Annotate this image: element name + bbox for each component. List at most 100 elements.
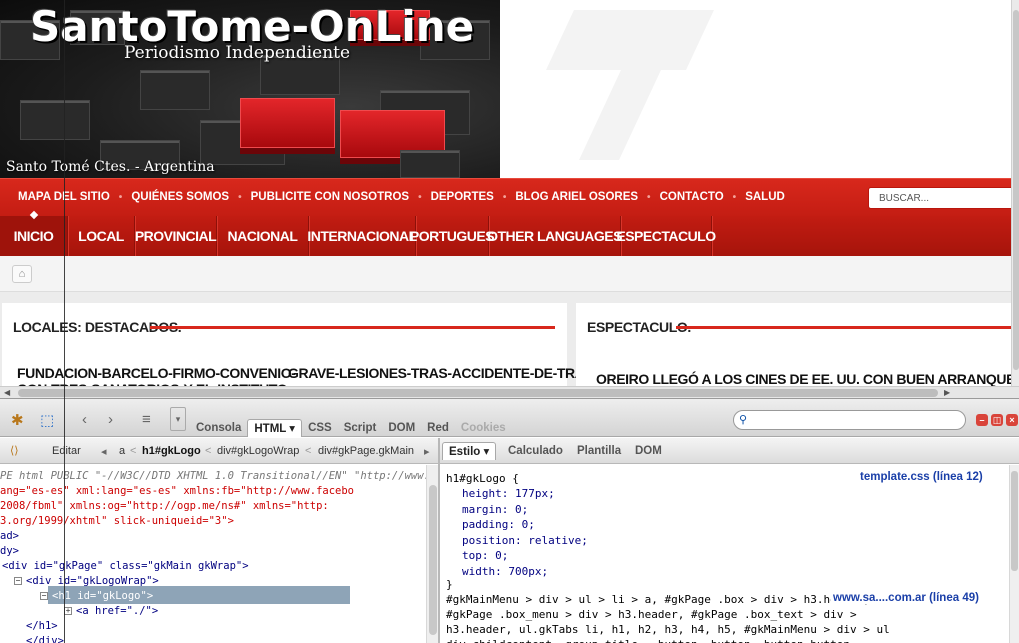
crumb-div-gklogowrap[interactable]: div#gkLogoWrap [217,445,299,457]
main-nav-item[interactable]: ESPECTACULO [616,216,716,256]
collapse-icon[interactable]: − [40,592,48,600]
tab-dom[interactable]: DOM [382,419,421,437]
scrollbar-thumb[interactable] [1013,10,1019,370]
html-node-text: dy> [0,545,19,557]
page-vertical-scrollbar[interactable] [1011,0,1019,386]
crumb-separator: < [130,445,137,457]
crumb-scroll-right-icon[interactable]: ▸ [424,445,430,458]
top-nav-item[interactable]: PUBLICITE CON NOSOTROS • [251,191,431,203]
html-node-selected[interactable]: − <h1 id="gkLogo"> [40,589,153,603]
top-nav-item[interactable]: CONTACTO • [660,191,746,203]
dark-cube-graphic [20,100,90,140]
main-nav-item[interactable]: PORTUGUES [410,216,495,256]
tab-css[interactable]: CSS [302,419,338,437]
panel-dropdown-icon[interactable]: ▾ [170,407,186,431]
tab-script[interactable]: Script [338,419,383,437]
html-node-line[interactable]: 2008/fbml" xmlns:og="http://ogp.me/ns#" … [0,499,329,513]
scrollbar-thumb[interactable] [1011,471,1018,571]
css-selector-line[interactable]: #gkPage .box_menu > div > h3.header, #gk… [446,607,857,622]
html-node-line[interactable]: − <div id="gkLogoWrap"> [14,574,159,588]
forward-arrow-icon[interactable]: › [108,411,113,428]
edit-icon[interactable]: ⟨⟩ [10,444,19,457]
html-node-text: ad> [0,530,19,542]
main-nav-item[interactable]: LOCAL [68,216,135,256]
css-property[interactable]: height: 177px; [462,486,555,501]
css-source-link[interactable]: www.sa....com.ar (línea 49) [831,592,979,604]
html-node-line[interactable]: </div> [26,634,64,643]
minimize-button[interactable]: – [976,414,988,426]
tab-estilo[interactable]: Estilo ▾ [442,442,497,460]
tab-html[interactable]: HTML ▾ [247,419,303,437]
article-title-link[interactable]: GRAVE-LESIONES-TRAS-ACCIDENTE-DE-TRANSIT… [288,365,625,381]
article-title-link[interactable]: FUNDACION-BARCELO-FIRMO-CONVENIO- [17,365,296,381]
html-node-line[interactable]: ad> [0,529,19,543]
tab-consola[interactable]: Consola [190,419,247,437]
edit-button[interactable]: Editar [52,445,81,457]
css-source-link[interactable]: template.css (línea 12) [860,471,983,483]
top-nav-item[interactable]: DEPORTES • [431,191,516,203]
style-pane-scrollbar[interactable] [1009,465,1019,643]
page-horizontal-scrollbar[interactable]: ◀ ▶ [0,386,1019,398]
scrollbar-thumb[interactable] [18,389,938,397]
top-nav-item[interactable]: QUIÉNES SOMOS • [131,191,250,203]
tab-dom[interactable]: DOM [635,442,662,460]
css-property[interactable]: top: 0; [462,548,508,563]
html-node-text: <a href="./"> [76,605,159,617]
css-property[interactable]: position: relative; [462,533,588,548]
main-nav-item[interactable]: INTERNACIONAL [307,216,417,256]
scroll-left-arrow-icon[interactable]: ◀ [4,388,10,397]
back-arrow-icon[interactable]: ‹ [82,411,87,428]
header-banner[interactable]: SantoTome-OnLine Periodismo Independient… [0,0,500,178]
html-panel-toolbar: ⟨⟩ Editar ◂ a < h1#gkLogo < div#gkLogoWr… [0,438,438,464]
search-input[interactable]: BUSCAR... [868,187,1019,209]
close-button[interactable]: × [1006,414,1018,426]
crumb-a[interactable]: a [119,445,125,457]
html-node-line[interactable]: PE html PUBLIC "-//W3C//DTD XHTML 1.0 Tr… [0,469,436,483]
main-nav-item[interactable]: OTHER LANGUAGES [487,216,622,256]
scroll-right-arrow-icon[interactable]: ▶ [944,388,950,397]
css-selector-line[interactable]: #gkMainMenu > div > ul > li > a, #gkPage… [446,592,870,607]
css-rule-close: } [446,578,453,591]
css-selector-line[interactable]: h3.header, ul.gkTabs li, h1, h2, h3, h4,… [446,622,890,637]
html-node-line[interactable]: dy> [0,544,19,558]
header-right-area [500,0,1019,178]
html-pane-scrollbar[interactable] [426,465,438,643]
watermark-shape [546,10,714,70]
tab-calculado[interactable]: Calculado [508,442,563,460]
css-property[interactable]: margin: 0; [462,502,528,517]
tab-label: DOM [388,422,416,434]
firebug-bug-icon[interactable]: ✱ [11,411,24,429]
top-nav-item[interactable]: BLOG ARIEL OSORES • [515,191,659,203]
main-nav-item[interactable]: PROVINCIAL [135,216,217,256]
css-selector-line[interactable]: div.childcontent .group-title, .button, … [446,637,857,643]
html-node-line[interactable]: <div id="gkPage" class="gkMain gkWrap"> [2,559,249,573]
css-property[interactable]: width: 700px; [462,564,548,579]
home-icon[interactable]: ⌂ [12,265,32,283]
inspect-element-icon[interactable]: ⬚ [40,411,54,429]
collapse-icon[interactable]: − [14,577,22,585]
firebug-search-input[interactable]: ⚲ [733,410,966,430]
tab-label: Cookies [460,422,506,434]
detach-button[interactable]: ◫ [991,414,1003,426]
crumb-scroll-left-icon[interactable]: ◂ [101,445,107,458]
article-title-link[interactable]: OREIRO LLEGÓ A LOS CINES DE EE. UU. CON … [596,371,1019,387]
css-selector[interactable]: h1#gkLogo { [446,471,519,486]
html-node-text: PE html PUBLIC "-//W3C//DTD XHTML 1.0 Tr… [0,470,437,482]
html-node-line[interactable]: + <a href="./"> [64,604,158,618]
top-nav-item[interactable]: MAPA DEL SITIO • [18,191,131,203]
crumb-h1-gklogo[interactable]: h1#gkLogo [142,445,201,457]
html-node-line[interactable]: ang="es-es" xml:lang="es-es" xmlns:fb="h… [0,484,354,498]
main-nav-item[interactable]: INICIO [0,216,68,256]
tab-plantilla[interactable]: Plantilla [577,442,621,460]
expand-icon[interactable]: + [64,607,72,615]
scrollbar-thumb[interactable] [429,485,437,635]
tab-cookies[interactable]: Cookies [455,419,512,437]
css-property[interactable]: padding: 0; [462,517,535,532]
main-nav-item[interactable]: NACIONAL [217,216,309,256]
html-node-line[interactable]: 3.org/1999/xhtml" slick-uniqueid="3"> [0,514,234,528]
crumb-div-gkpage[interactable]: div#gkPage.gkMain [318,445,414,457]
tab-red[interactable]: Red [421,419,455,437]
top-nav-item[interactable]: SALUD [745,191,785,203]
html-node-line[interactable]: </h1> [26,619,58,633]
list-menu-icon[interactable]: ≡ [142,411,151,428]
